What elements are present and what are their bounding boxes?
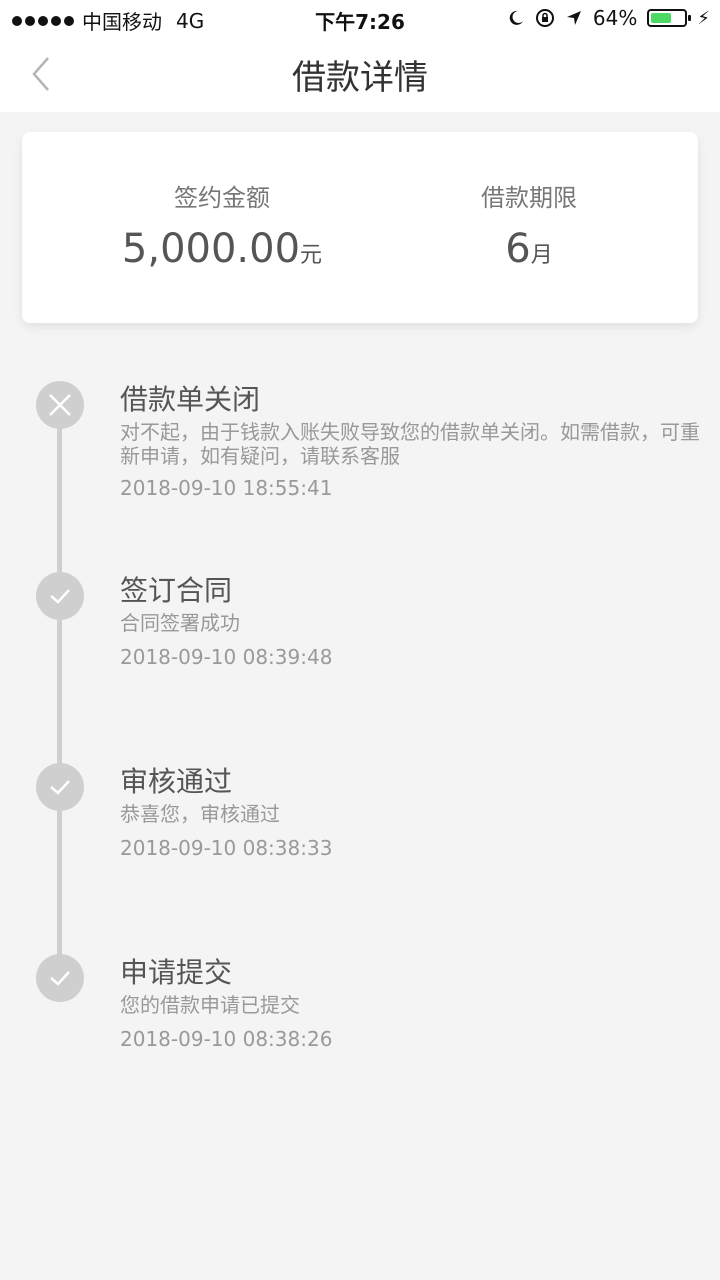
timeline-connector — [57, 404, 62, 978]
amount-label: 签约金额 — [174, 184, 270, 212]
timeline-item-time: 2018-09-10 08:38:26 — [120, 1027, 333, 1051]
term-label: 借款期限 — [481, 184, 577, 212]
battery-icon — [647, 9, 692, 27]
check-icon — [50, 589, 70, 604]
close-icon — [49, 394, 71, 416]
nav-header: 借款详情 — [0, 36, 720, 112]
term-value-row: 6月 — [360, 226, 698, 272]
battery-percent: 64% — [592, 6, 638, 30]
amount-value-row: 5,000.00元 — [42, 226, 402, 272]
timeline-node — [36, 763, 84, 811]
timeline-item-title: 申请提交 — [120, 956, 233, 989]
timeline-item-description: 对不起，由于钱款入账失败导致您的借款单关闭。如需借款，可重新申请，如有疑问，请联… — [120, 420, 700, 468]
location-arrow-icon — [566, 11, 581, 25]
timeline-item-title: 审核通过 — [120, 765, 233, 798]
timeline-item-time: 2018-09-10 08:38:33 — [120, 836, 333, 860]
timeline-node — [36, 381, 84, 429]
term-value: 6 — [505, 226, 531, 272]
check-icon — [50, 780, 70, 795]
timeline-item-time: 2018-09-10 08:39:48 — [120, 645, 333, 669]
rotation-lock-icon — [535, 9, 554, 27]
battery-fill — [651, 13, 672, 23]
timeline-item-description: 您的借款申请已提交 — [120, 993, 300, 1017]
amount-section: 签约金额 5,000.00元 — [42, 132, 402, 323]
timeline-item-time: 2018-09-10 18:55:41 — [120, 476, 333, 500]
timeline-item-title: 签订合同 — [120, 574, 233, 607]
status-bar: 中国移动 4G 下午7:26 64% ⚡ — [0, 0, 720, 36]
timeline-item-description: 合同签署成功 — [120, 611, 240, 635]
moon-icon — [509, 10, 523, 25]
status-right: 64% ⚡ — [507, 6, 710, 30]
timeline-node — [36, 572, 84, 620]
term-section: 借款期限 6月 — [360, 132, 698, 323]
check-icon — [50, 971, 70, 986]
page-title: 借款详情 — [292, 58, 428, 98]
loan-status-timeline: 借款单关闭 对不起，由于钱款入账失败导致您的借款单关闭。如需借款，可重新申请，如… — [0, 340, 720, 1100]
amount-unit: 元 — [300, 243, 323, 268]
timeline-node — [36, 954, 84, 1002]
timeline-item-title: 借款单关闭 — [120, 383, 261, 416]
charging-bolt-icon: ⚡ — [697, 7, 710, 29]
timeline-item-description: 恭喜您，审核通过 — [120, 802, 280, 826]
loan-summary-card: 签约金额 5,000.00元 借款期限 6月 — [22, 132, 698, 323]
amount-value: 5,000.00 — [121, 226, 301, 272]
term-unit: 月 — [530, 243, 553, 268]
